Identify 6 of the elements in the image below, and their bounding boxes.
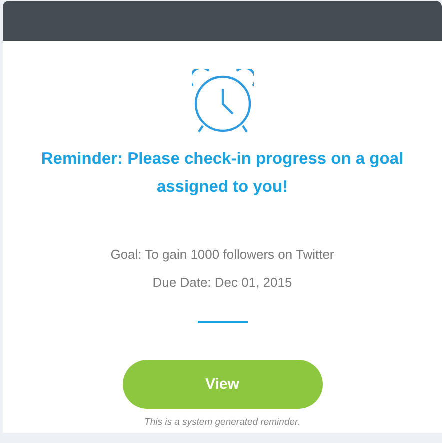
reminder-heading: Reminder: Please check-in progress on a goal assigned to you! bbox=[40, 149, 405, 198]
detail-text: Due Date: Dec 01, 2015 bbox=[152, 274, 292, 292]
footnote-text: This is a system generated reminder. bbox=[144, 417, 300, 429]
detail-text: Goal: To gain 1000 followers on Twitter bbox=[110, 246, 334, 264]
view-button[interactable]: View bbox=[122, 360, 322, 409]
alarm-clock-icon bbox=[192, 69, 254, 133]
